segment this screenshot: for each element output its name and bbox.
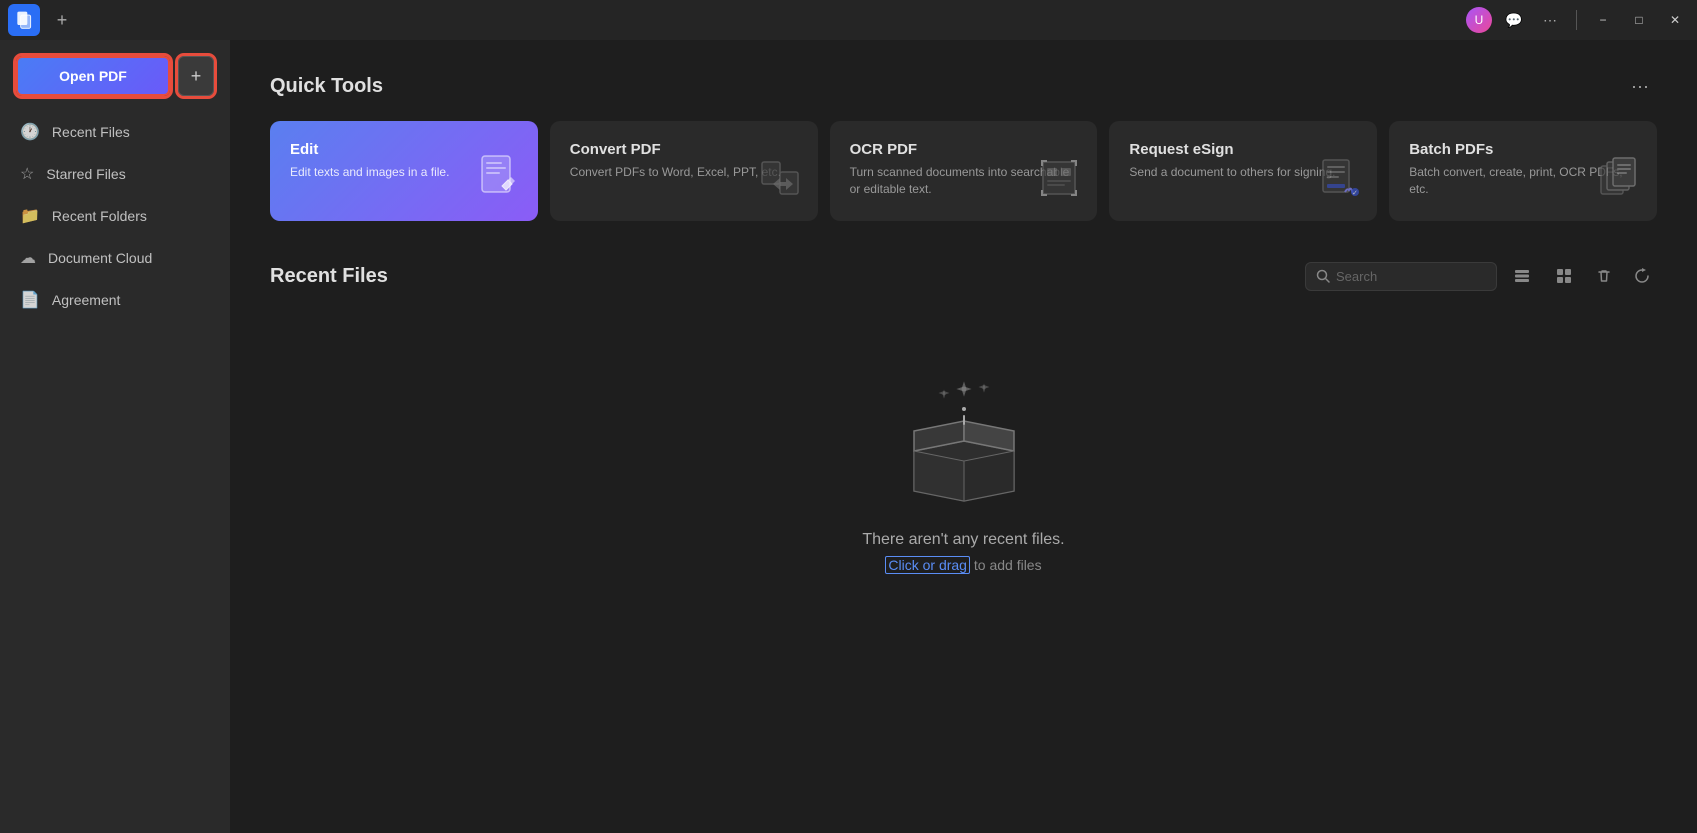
batch-tool-icon xyxy=(1597,156,1641,205)
sidebar-item-label: Recent Folders xyxy=(52,208,147,224)
tool-card-esign[interactable]: Request eSign Send a document to others … xyxy=(1109,121,1377,221)
tool-card-batch[interactable]: Batch PDFs Batch convert, create, print,… xyxy=(1389,121,1657,221)
trash-button[interactable] xyxy=(1589,261,1619,291)
click-or-drag-link[interactable]: Click or drag xyxy=(885,556,970,574)
separator xyxy=(1576,10,1577,30)
more-options-button[interactable]: ⋯ xyxy=(1536,6,1564,34)
tool-card-ocr[interactable]: OCR PDF Turn scanned documents into sear… xyxy=(830,121,1098,221)
new-tab-button[interactable]: + xyxy=(48,6,76,34)
edit-tool-icon xyxy=(474,152,522,205)
open-pdf-button[interactable]: Open PDF xyxy=(16,56,170,96)
list-view-button[interactable] xyxy=(1505,261,1539,291)
recent-files-icon: 🕐 xyxy=(20,122,40,142)
maximize-button[interactable]: □ xyxy=(1625,6,1653,34)
convert-tool-icon xyxy=(758,156,802,205)
folder-icon: 📁 xyxy=(20,206,40,226)
quick-tools-more-button[interactable]: ··· xyxy=(1623,72,1657,101)
empty-state-illustration xyxy=(884,371,1044,511)
quick-tools-header: Quick Tools ··· xyxy=(270,72,1657,101)
close-button[interactable]: ✕ xyxy=(1661,6,1689,34)
empty-state: There aren't any recent files. Click or … xyxy=(270,311,1657,633)
titlebar: + U 💬 ⋯ − □ ✕ xyxy=(0,0,1697,40)
add-button[interactable]: + xyxy=(178,56,214,96)
sidebar-item-label: Document Cloud xyxy=(48,250,152,266)
sidebar-item-recent-files[interactable]: 🕐 Recent Files xyxy=(8,112,222,152)
sidebar-item-label: Starred Files xyxy=(46,166,125,182)
search-box xyxy=(1305,262,1497,291)
avatar[interactable]: U xyxy=(1466,7,1492,33)
star-icon: ☆ xyxy=(20,164,34,184)
sidebar-nav: 🕐 Recent Files ☆ Starred Files 📁 Recent … xyxy=(0,112,230,320)
titlebar-controls: U 💬 ⋯ − □ ✕ xyxy=(1466,6,1689,34)
tool-card-edit[interactable]: Edit Edit texts and images in a file. xyxy=(270,121,538,221)
tool-card-convert[interactable]: Convert PDF Convert PDFs to Word, Excel,… xyxy=(550,121,818,221)
grid-view-button[interactable] xyxy=(1547,261,1581,291)
quick-tools-grid: Edit Edit texts and images in a file. Co… xyxy=(270,121,1657,221)
cloud-icon: ☁ xyxy=(20,248,36,268)
search-input[interactable] xyxy=(1336,269,1486,284)
empty-title: There aren't any recent files. xyxy=(862,531,1064,549)
sidebar-item-label: Agreement xyxy=(52,292,120,308)
sidebar: Open PDF + 🕐 Recent Files ☆ Starred File… xyxy=(0,40,230,833)
recent-files-header: Recent Files xyxy=(270,261,1657,291)
content-area: Quick Tools ··· Edit Edit texts and imag… xyxy=(230,40,1697,833)
esign-tool-icon: ✓ xyxy=(1317,156,1361,205)
sidebar-top: Open PDF + xyxy=(0,56,230,112)
sidebar-item-label: Recent Files xyxy=(52,124,130,140)
app-icon xyxy=(8,4,40,36)
sidebar-item-starred-files[interactable]: ☆ Starred Files xyxy=(8,154,222,194)
ocr-tool-icon xyxy=(1037,156,1081,205)
document-icon: 📄 xyxy=(20,290,40,310)
sidebar-item-document-cloud[interactable]: ☁ Document Cloud xyxy=(8,238,222,278)
empty-subtitle-after: to add files xyxy=(970,557,1042,573)
refresh-button[interactable] xyxy=(1627,261,1657,291)
minimize-button[interactable]: − xyxy=(1589,6,1617,34)
empty-subtitle: Click or drag to add files xyxy=(885,557,1041,573)
sidebar-item-agreement[interactable]: 📄 Agreement xyxy=(8,280,222,320)
sidebar-item-recent-folders[interactable]: 📁 Recent Folders xyxy=(8,196,222,236)
svg-text:✓: ✓ xyxy=(1352,190,1358,197)
main-layout: Open PDF + 🕐 Recent Files ☆ Starred File… xyxy=(0,40,1697,833)
chat-button[interactable]: 💬 xyxy=(1500,6,1528,34)
recent-files-controls xyxy=(1305,261,1657,291)
recent-files-title: Recent Files xyxy=(270,265,388,288)
quick-tools-title: Quick Tools xyxy=(270,75,383,98)
search-icon xyxy=(1316,269,1330,283)
